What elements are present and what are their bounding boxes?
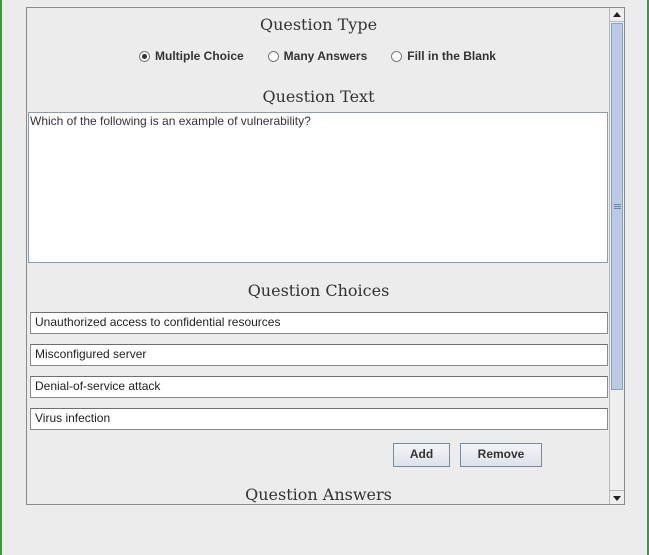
radio-multiple-choice[interactable]: Multiple Choice (139, 49, 244, 63)
radio-label: Many Answers (283, 49, 368, 63)
scroll-thumb[interactable] (611, 23, 623, 390)
scroll-down-button[interactable] (610, 490, 624, 504)
radio-unselected-icon[interactable] (391, 50, 403, 62)
choice-field-2[interactable]: Misconfigured server (30, 344, 608, 366)
radio-label: Fill in the Blank (407, 49, 496, 63)
choice-field-1[interactable]: Unauthorized access to confidential reso… (30, 312, 608, 334)
scroll-viewport: Question Type Multiple Choice Many Answe… (27, 8, 610, 504)
window-border-left (0, 0, 2, 555)
radio-unselected-icon[interactable] (267, 50, 279, 62)
radio-many-answers[interactable]: Many Answers (267, 49, 368, 63)
question-choices-heading: Question Choices (247, 281, 390, 300)
vertical-scrollbar[interactable] (609, 8, 624, 504)
radio-fill-in-the-blank[interactable]: Fill in the Blank (391, 49, 496, 63)
question-text-area[interactable]: Which of the following is an example of … (28, 112, 608, 263)
radio-selected-icon[interactable] (139, 50, 150, 62)
question-type-radio-group: Multiple Choice Many Answers Fill in the… (139, 49, 520, 63)
choice-field-3[interactable]: Denial-of-service attack (30, 376, 608, 398)
grip-line (614, 206, 621, 207)
remove-choice-button[interactable]: Remove (460, 443, 542, 467)
add-choice-button[interactable]: Add (393, 443, 450, 467)
question-type-heading: Question Type (259, 15, 378, 34)
grip-line (614, 204, 621, 205)
triangle-up-icon (613, 12, 621, 17)
choice-field-4[interactable]: Virus infection (30, 408, 608, 430)
question-text-heading: Question Text (262, 87, 375, 106)
question-answers-heading: Question Answers (245, 485, 392, 504)
radio-label: Multiple Choice (155, 49, 244, 63)
scroll-up-button[interactable] (610, 8, 624, 22)
question-editor-scroll-pane: Question Type Multiple Choice Many Answe… (26, 7, 625, 505)
grip-line (614, 208, 621, 209)
triangle-down-icon (613, 496, 621, 501)
